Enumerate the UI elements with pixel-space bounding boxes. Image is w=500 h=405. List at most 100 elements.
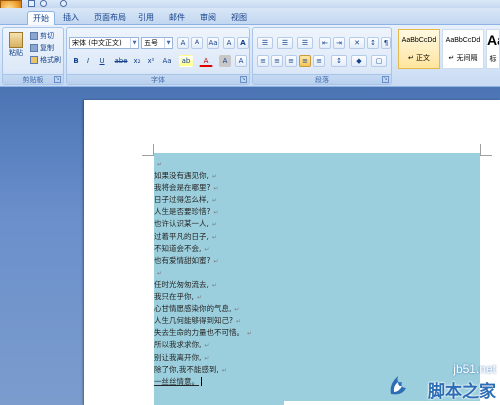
font-name-select[interactable]: 宋体 (中文正文) ▼ bbox=[69, 37, 139, 49]
distributed-icon[interactable]: ≡ bbox=[313, 55, 325, 67]
bullets-icon[interactable]: ☰ bbox=[257, 37, 273, 49]
align-center-icon[interactable]: ≡ bbox=[271, 55, 283, 67]
paragraph-mark-icon: ↵ bbox=[221, 366, 227, 374]
line-text: 别让我离开你, bbox=[154, 352, 202, 362]
document-line: 也有爱情甜如蜜? ↵ bbox=[154, 255, 354, 267]
paragraph-mark-icon: ↵ bbox=[211, 173, 217, 181]
document-line: 人生几何能够得到知己? ↵ bbox=[154, 315, 354, 327]
document-line: 不知道会不会, ↵ bbox=[154, 243, 354, 255]
undo-icon[interactable] bbox=[40, 0, 47, 7]
line-text: 一丝丝情意。 bbox=[154, 376, 199, 386]
font-size-select[interactable]: 五号 ▼ bbox=[141, 37, 173, 49]
copy-label: 复制 bbox=[40, 44, 54, 52]
character-border-icon[interactable]: A bbox=[237, 37, 249, 49]
style-heading[interactable]: Aa 标 bbox=[486, 29, 500, 69]
sort-icon[interactable]: ↕ bbox=[367, 37, 379, 49]
style-name: ↵ 正文 bbox=[407, 54, 431, 62]
save-icon[interactable] bbox=[28, 0, 35, 7]
tab-home[interactable]: 开始 bbox=[27, 11, 55, 26]
tab-review[interactable]: 审阅 bbox=[197, 11, 219, 25]
style-sample: AaBbCcDd bbox=[445, 37, 481, 44]
character-shading-button[interactable]: A bbox=[223, 37, 235, 49]
superscript-button[interactable]: x² bbox=[145, 55, 157, 67]
paste-label: 粘贴 bbox=[9, 49, 23, 57]
show-marks-icon[interactable]: ¶ bbox=[381, 37, 391, 49]
redo-icon[interactable] bbox=[60, 0, 67, 7]
brush-icon bbox=[30, 56, 38, 64]
paragraph-mark-icon: ↵ bbox=[211, 221, 217, 229]
document-line: 人生是否要珍惜? ↵ bbox=[154, 206, 354, 218]
align-right-icon[interactable]: ≡ bbox=[285, 55, 297, 67]
tab-mailings[interactable]: 邮件 bbox=[166, 11, 188, 25]
shrink-font-button[interactable]: A bbox=[191, 37, 203, 49]
line-text: 日子过得怎么样, bbox=[154, 195, 209, 205]
increase-indent-icon[interactable]: ⇥ bbox=[333, 37, 345, 49]
strikethrough-button[interactable]: abe bbox=[113, 55, 129, 67]
italic-button[interactable]: I bbox=[83, 55, 93, 67]
subscript-button[interactable]: x₂ bbox=[131, 55, 143, 67]
tab-page-layout[interactable]: 页面布局 bbox=[90, 11, 130, 25]
clipboard-launcher-icon[interactable]: ↘ bbox=[54, 76, 61, 83]
chevron-down-icon: ▼ bbox=[164, 38, 172, 48]
tab-view[interactable]: 视图 bbox=[228, 11, 250, 25]
document-line: 我将会是在哪里? ↵ bbox=[154, 182, 354, 194]
style-no-spacing[interactable]: AaBbCcDd ↵ 无间隔 bbox=[442, 29, 484, 69]
cut-button[interactable]: 剪切 bbox=[30, 31, 54, 41]
copy-button[interactable]: 复制 bbox=[30, 43, 54, 53]
paragraph-mark-icon: ↵ bbox=[204, 354, 210, 362]
document-line: 别让我离开你, ↵ bbox=[154, 352, 354, 364]
document-line: 失去生命的力量也不可惜。 ↵ bbox=[154, 327, 354, 339]
justify-icon[interactable]: ≡ bbox=[299, 55, 311, 67]
style-normal[interactable]: AaBbCcDd ↵ 正文 bbox=[398, 29, 440, 69]
font-group-label: 字体 bbox=[67, 74, 249, 84]
document-line: 除了你,我不能感到, ↵ bbox=[154, 364, 354, 376]
scissors-icon bbox=[30, 32, 38, 40]
borders-icon[interactable]: ▢ bbox=[371, 55, 387, 67]
line-text: 人生几何能够得到知己? bbox=[154, 316, 233, 326]
paragraph-mark-icon: ↵ bbox=[211, 233, 217, 241]
style-name: ↵ 无间隔 bbox=[448, 54, 478, 62]
enclose-char-button[interactable]: A bbox=[235, 55, 247, 67]
document-page[interactable]: ↵ 如果没有遇见你, ↵ 我将会是在哪里? ↵ 日子过得怎么样, ↵ 人生是否要珍惜? ↵ 也许认… bbox=[84, 100, 500, 405]
line-text: 人生是否要珍惜? bbox=[154, 207, 211, 217]
document-line: 过着平凡的日子, ↵ bbox=[154, 231, 354, 243]
bold-button[interactable]: B bbox=[71, 55, 81, 67]
shading-icon[interactable]: ◆ bbox=[351, 55, 367, 67]
multilevel-list-icon[interactable]: ☰ bbox=[297, 37, 313, 49]
format-painter-button[interactable]: 格式刷 bbox=[30, 55, 61, 65]
tab-insert[interactable]: 插入 bbox=[60, 11, 82, 25]
paragraph-mark-icon: ↵ bbox=[211, 197, 217, 205]
line-text: 任时光匆匆流去, bbox=[154, 279, 209, 289]
paste-button[interactable]: 粘贴 bbox=[5, 30, 27, 64]
font-launcher-icon[interactable]: ↘ bbox=[240, 76, 247, 83]
line-text: 也许认识某一人, bbox=[154, 219, 209, 229]
font-color-button[interactable]: A bbox=[199, 55, 213, 67]
numbering-icon[interactable]: ☰ bbox=[277, 37, 293, 49]
highlight-button[interactable]: ab bbox=[179, 55, 193, 67]
change-case-button[interactable]: Aa bbox=[159, 55, 175, 67]
clipboard-group: 粘贴 剪切 复制 格式刷 剪贴板 ↘ bbox=[2, 27, 64, 85]
watermark-name: 脚本之家 bbox=[428, 382, 496, 402]
document-text[interactable]: ↵ 如果没有遇见你, ↵ 我将会是在哪里? ↵ 日子过得怎么样, ↵ 人生是否要珍惜? ↵ 也许认… bbox=[154, 158, 354, 388]
line-text: 除了你,我不能感到, bbox=[154, 364, 219, 374]
line-spacing-icon[interactable]: ↕ bbox=[331, 55, 347, 67]
document-line: 也许认识某一人, ↵ bbox=[154, 218, 354, 230]
document-line: 心甘情愿感染你的气息, ↵ bbox=[154, 303, 354, 315]
tab-references[interactable]: 引用 bbox=[135, 11, 157, 25]
grow-font-button[interactable]: A bbox=[177, 37, 189, 49]
underline-button[interactable]: U bbox=[95, 55, 109, 67]
char-shading-button[interactable]: A bbox=[219, 55, 231, 67]
decrease-indent-icon[interactable]: ⇤ bbox=[319, 37, 331, 49]
paragraph-mark-icon: ↵ bbox=[157, 269, 163, 277]
ribbon: 粘贴 剪切 复制 格式刷 剪贴板 ↘ 宋体 (中文正文) ▼ 五号 ▼ A A … bbox=[0, 25, 500, 87]
format-painter-label: 格式刷 bbox=[40, 56, 61, 64]
clipboard-icon bbox=[9, 32, 23, 48]
style-sample: Aa bbox=[487, 32, 499, 48]
clear-format-button[interactable]: Aa bbox=[207, 37, 219, 49]
paragraph-launcher-icon[interactable]: ↘ bbox=[382, 76, 389, 83]
chinese-layout-icon[interactable]: ✕ bbox=[349, 37, 365, 49]
line-text: 所以我求求你, bbox=[154, 340, 202, 350]
style-sample: AaBbCcDd bbox=[401, 37, 437, 44]
copy-icon bbox=[30, 44, 38, 52]
align-left-icon[interactable]: ≡ bbox=[257, 55, 269, 67]
